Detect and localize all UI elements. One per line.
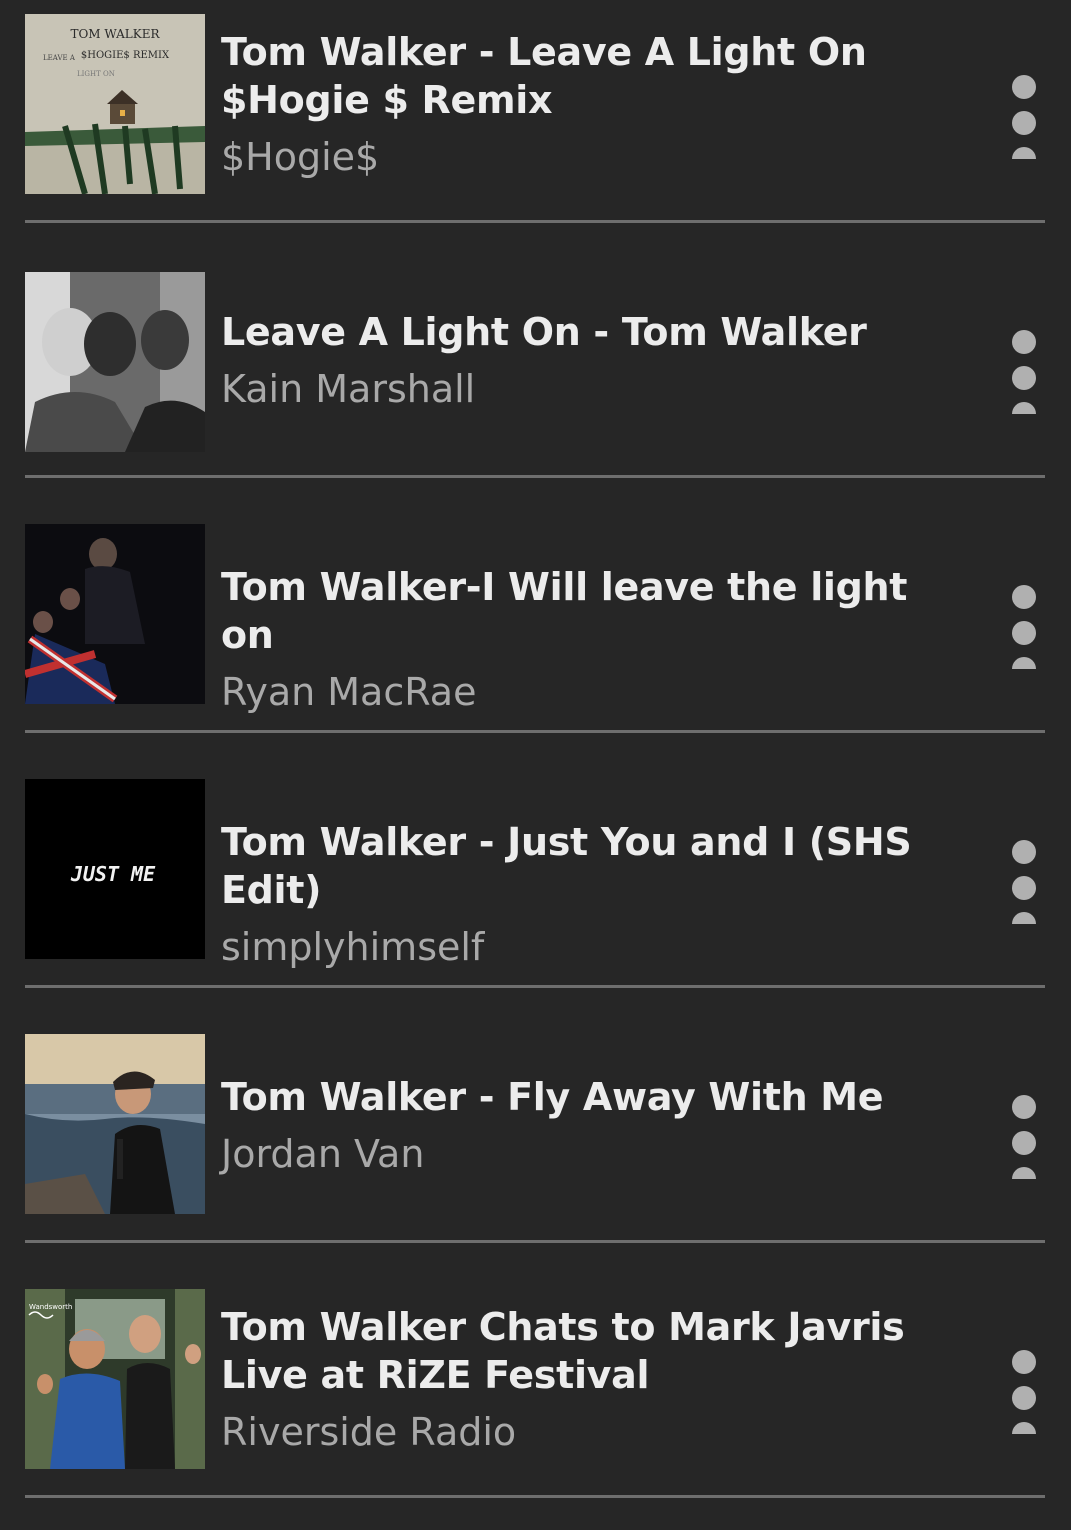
dot	[1012, 876, 1036, 900]
dot	[1012, 366, 1036, 390]
track-row[interactable]: Tom Walker-I Will leave the light on Rya…	[0, 510, 1071, 765]
more-vertical-icon[interactable]	[1008, 840, 1040, 930]
dots	[1008, 585, 1040, 669]
dot	[1012, 330, 1036, 354]
dot	[1012, 147, 1036, 159]
track-info[interactable]: Tom Walker - Just You and I (SHS Edit) s…	[221, 818, 961, 971]
divider	[25, 1240, 1045, 1243]
artwork-image: TOM WALKER LEAVE A $HOGIE$ REMIX LIGHT O…	[25, 14, 205, 194]
dot	[1012, 840, 1036, 864]
artwork-text: Wandsworth	[29, 1303, 72, 1311]
dot	[1012, 1167, 1036, 1179]
artwork-text: JUST ME	[70, 862, 156, 886]
artwork-text: LEAVE A	[43, 54, 76, 62]
dots	[1008, 1350, 1040, 1434]
track-info[interactable]: Tom Walker - Fly Away With Me Jordan Van	[221, 1073, 961, 1178]
track-info[interactable]: Leave A Light On - Tom Walker Kain Marsh…	[221, 308, 961, 413]
artwork-image	[25, 272, 205, 452]
track-title[interactable]: Tom Walker - Fly Away With Me	[221, 1073, 961, 1121]
dot	[1012, 621, 1036, 645]
track-artwork[interactable]	[25, 524, 205, 704]
divider	[25, 1495, 1045, 1498]
dot	[1012, 1386, 1036, 1410]
track-row[interactable]: Leave A Light On - Tom Walker Kain Marsh…	[0, 255, 1071, 510]
dots	[1008, 840, 1040, 924]
track-row[interactable]: Tom Walker - Fly Away With Me Jordan Van	[0, 1020, 1071, 1275]
artwork-text: $HOGIE$ REMIX	[81, 50, 170, 61]
dots	[1008, 330, 1040, 414]
dot	[1012, 402, 1036, 414]
dot	[1012, 1422, 1036, 1434]
track-artwork[interactable]	[25, 272, 205, 452]
artwork-image: Wandsworth	[25, 1289, 205, 1469]
more-vertical-icon[interactable]	[1008, 330, 1040, 420]
track-artist[interactable]: Kain Marshall	[221, 365, 961, 413]
track-artist[interactable]: Riverside Radio	[221, 1408, 961, 1456]
track-title[interactable]: Tom Walker - Just You and I (SHS Edit)	[221, 818, 961, 914]
dot	[1012, 585, 1036, 609]
divider	[25, 730, 1045, 733]
dots	[1008, 1095, 1040, 1179]
dot	[1012, 912, 1036, 924]
track-info[interactable]: Tom Walker-I Will leave the light on Rya…	[221, 563, 961, 716]
divider	[25, 985, 1045, 988]
track-title[interactable]: Leave A Light On - Tom Walker	[221, 308, 961, 356]
track-info[interactable]: Tom Walker Chats to Mark Javris Live at …	[221, 1303, 961, 1456]
track-title[interactable]: Tom Walker Chats to Mark Javris Live at …	[221, 1303, 961, 1399]
artwork-image	[25, 524, 205, 704]
artwork-image	[25, 1034, 205, 1214]
dot	[1012, 75, 1036, 99]
track-row[interactable]: Wandsworth Tom Walker Chats to Mark Javr…	[0, 1275, 1071, 1530]
artwork-text: LIGHT ON	[77, 70, 115, 78]
dots	[1008, 75, 1040, 159]
more-vertical-icon[interactable]	[1008, 75, 1040, 165]
dot	[1012, 657, 1036, 669]
track-row[interactable]: JUST ME Tom Walker - Just You and I (SHS…	[0, 765, 1071, 1020]
more-vertical-icon[interactable]	[1008, 585, 1040, 675]
track-artist[interactable]: Jordan Van	[221, 1130, 961, 1178]
more-vertical-icon[interactable]	[1008, 1095, 1040, 1185]
dot	[1012, 1131, 1036, 1155]
divider	[25, 475, 1045, 478]
track-artwork[interactable]: TOM WALKER LEAVE A $HOGIE$ REMIX LIGHT O…	[25, 14, 205, 194]
track-title[interactable]: Tom Walker - Leave A Light On $Hogie $ R…	[221, 28, 961, 124]
track-info[interactable]: Tom Walker - Leave A Light On $Hogie $ R…	[221, 28, 961, 181]
dot	[1012, 1350, 1036, 1374]
dot	[1012, 1095, 1036, 1119]
divider	[25, 220, 1045, 223]
more-vertical-icon[interactable]	[1008, 1350, 1040, 1440]
track-title[interactable]: Tom Walker-I Will leave the light on	[221, 563, 961, 659]
track-artist[interactable]: Ryan MacRae	[221, 668, 961, 716]
dot	[1012, 111, 1036, 135]
track-artist[interactable]: $Hogie$	[221, 133, 961, 181]
track-row[interactable]: TOM WALKER LEAVE A $HOGIE$ REMIX LIGHT O…	[0, 0, 1071, 255]
track-artwork[interactable]	[25, 1034, 205, 1214]
track-artist[interactable]: simplyhimself	[221, 923, 961, 971]
track-artwork[interactable]: Wandsworth	[25, 1289, 205, 1469]
track-artwork[interactable]: JUST ME	[25, 779, 205, 959]
artwork-text: TOM WALKER	[70, 27, 160, 41]
artwork-image: JUST ME	[25, 779, 205, 959]
